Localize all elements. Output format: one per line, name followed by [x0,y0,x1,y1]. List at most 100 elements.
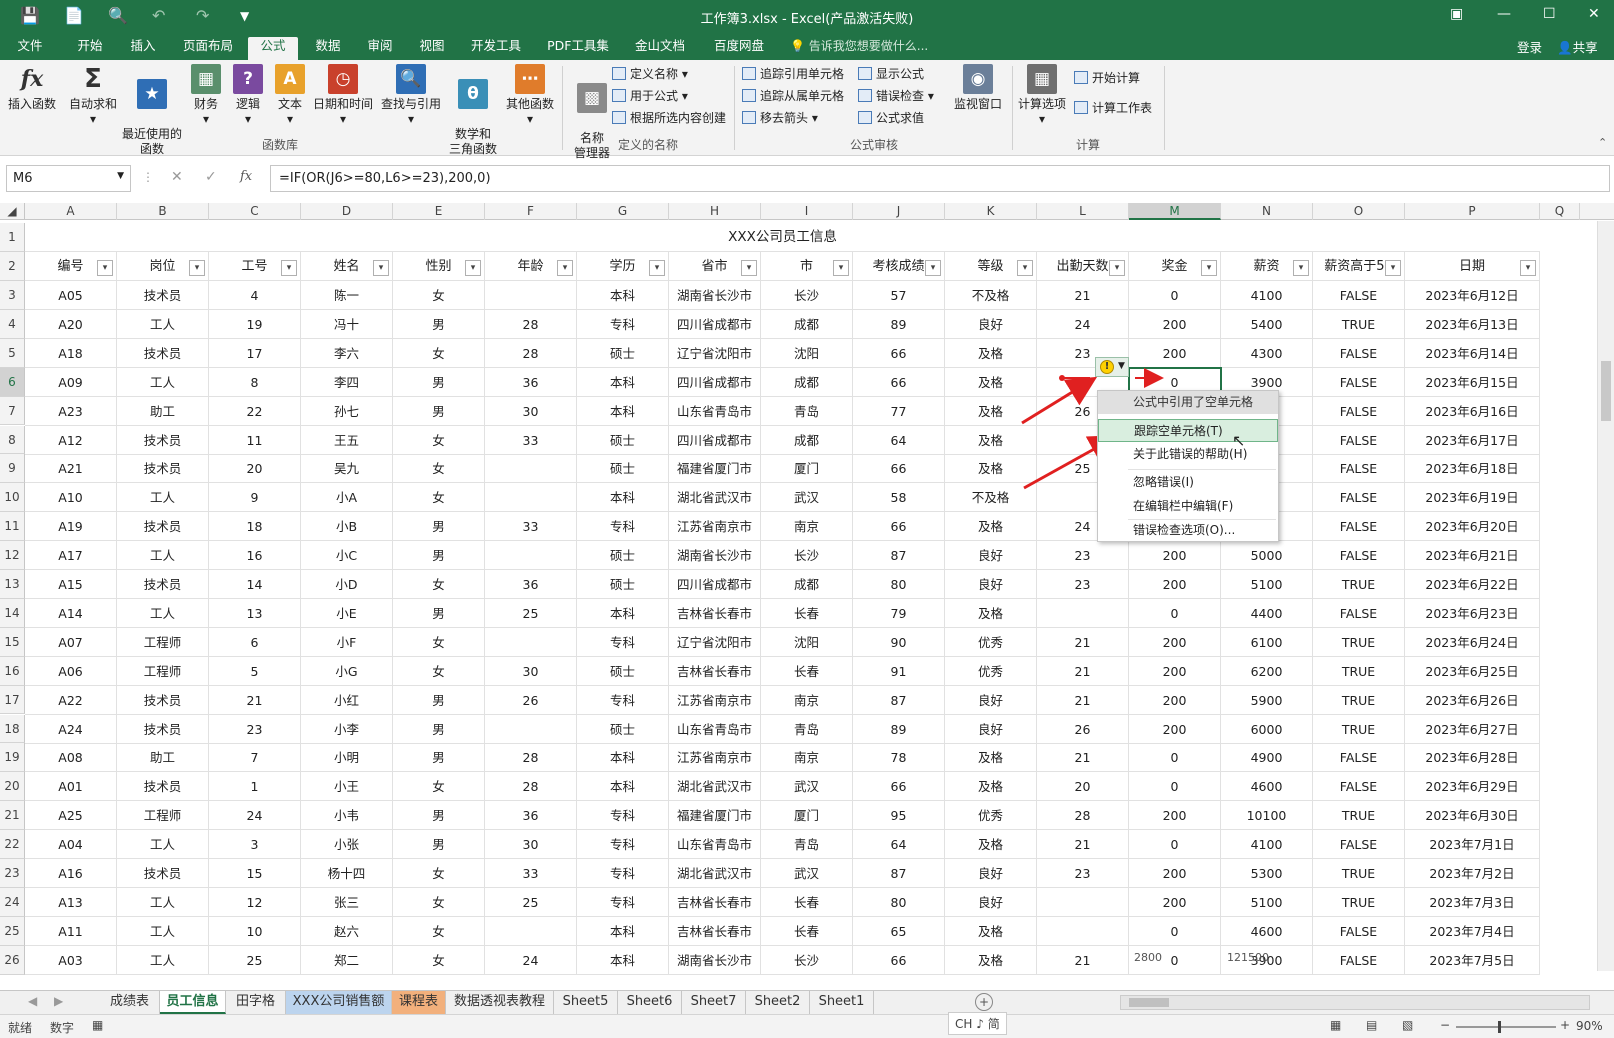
cell-o6[interactable]: FALSE [1313,367,1405,397]
cell-p26[interactable]: 2023年7月5日 [1405,945,1540,975]
filter-dropdown-icon[interactable]: ▾ [649,260,665,276]
cell-d8[interactable]: 王五 [301,425,393,455]
cell-n19[interactable]: 4900 [1221,743,1313,773]
cell-o23[interactable]: TRUE [1313,859,1405,888]
cell-m24[interactable]: 200 [1129,887,1221,917]
cell-f16[interactable]: 30 [485,656,577,686]
cell-g8[interactable]: 硕士 [577,425,669,455]
cell-f26[interactable]: 24 [485,945,577,975]
filter-dropdown-icon[interactable]: ▾ [97,260,113,276]
cell-p23[interactable]: 2023年7月2日 [1405,859,1540,888]
vertical-scrollbar[interactable] [1597,221,1614,971]
sheet-tab[interactable]: Sheet5 [554,991,618,1014]
cell-f3[interactable] [485,281,577,310]
cell-c16[interactable]: 5 [209,656,301,686]
cell-c21[interactable]: 24 [209,801,301,831]
prev-sheet-icon[interactable]: ◀ [28,994,37,1008]
cell-l25[interactable] [1037,916,1129,946]
cell-j11[interactable]: 66 [853,512,945,542]
close-icon[interactable]: ✕ [1588,6,1600,22]
cell-h3[interactable]: 湖南省长沙市 [669,281,761,310]
filter-dropdown-icon[interactable]: ▾ [1109,260,1125,276]
cell-a26[interactable]: A03 [25,945,117,975]
cell-p21[interactable]: 2023年6月30日 [1405,801,1540,831]
cell-a5[interactable]: A18 [25,338,117,368]
header-cell[interactable]: 年龄 ▾ [485,252,577,281]
cell-p8[interactable]: 2023年6月17日 [1405,425,1540,455]
cell-a9[interactable]: A21 [25,454,117,484]
cell-p14[interactable]: 2023年6月23日 [1405,598,1540,628]
cell-c20[interactable]: 1 [209,772,301,802]
cell-j12[interactable]: 87 [853,541,945,571]
trace-precedents-button[interactable]: 追踪引用单元格 [742,66,844,82]
error-smart-tag[interactable]: ! ▼ [1095,357,1129,377]
column-header-j[interactable]: J [853,203,945,220]
cell-p22[interactable]: 2023年7月1日 [1405,830,1540,860]
cell-o21[interactable]: TRUE [1313,801,1405,831]
cell-j19[interactable]: 78 [853,743,945,773]
cell-l4[interactable]: 24 [1037,309,1129,339]
cell-o15[interactable]: TRUE [1313,627,1405,657]
cell-c23[interactable]: 15 [209,859,301,888]
cell-d26[interactable]: 郑二 [301,945,393,975]
cell-n22[interactable]: 4100 [1221,830,1313,860]
tell-me-box[interactable]: 💡 告诉我您想要做什么... [790,37,928,54]
tab-kingsoft-docs[interactable]: 金山文档 [628,37,692,60]
cell-i12[interactable]: 长沙 [761,541,853,571]
header-cell[interactable]: 薪资高于50 ▾ [1313,252,1405,281]
cell-i17[interactable]: 南京 [761,685,853,715]
cell-i13[interactable]: 成都 [761,570,853,599]
page-break-view-icon[interactable]: ▧ [1402,1018,1413,1032]
calc-now-button[interactable]: 开始计算 [1074,70,1140,86]
cell-f22[interactable]: 30 [485,830,577,860]
scroll-thumb[interactable] [1601,361,1611,421]
row-header-8[interactable]: 8 [0,425,25,455]
cell-a10[interactable]: A10 [25,483,117,513]
cell-e7[interactable]: 男 [393,396,485,426]
cell-j24[interactable]: 80 [853,887,945,917]
cell-h11[interactable]: 江苏省南京市 [669,512,761,542]
cell-f7[interactable]: 30 [485,396,577,426]
sheet-tab[interactable]: Sheet1 [810,991,874,1014]
cell-j4[interactable]: 89 [853,309,945,339]
cell-j14[interactable]: 79 [853,598,945,628]
cell-e13[interactable]: 女 [393,570,485,599]
select-all-corner[interactable]: ◢ [0,203,25,220]
column-header-h[interactable]: H [669,203,761,220]
ime-indicator[interactable]: CH ♪ 简 [948,1012,1007,1035]
insert-function-button[interactable]: fx 插入函数 [4,64,60,112]
header-cell[interactable]: 等级 ▾ [945,252,1037,281]
cell-m15[interactable]: 200 [1129,627,1221,657]
trace-dependents-button[interactable]: 追踪从属单元格 [742,88,844,104]
cell-f12[interactable] [485,541,577,571]
next-sheet-icon[interactable]: ▶ [54,994,63,1008]
cell-d19[interactable]: 小明 [301,743,393,773]
show-formulas-button[interactable]: 显示公式 [858,66,924,82]
cell-m23[interactable]: 200 [1129,859,1221,888]
name-box[interactable]: M6 ▼ [6,165,131,192]
cell-d16[interactable]: 小G [301,656,393,686]
cell-g5[interactable]: 硕士 [577,338,669,368]
column-header-i[interactable]: I [761,203,853,220]
cell-n16[interactable]: 6200 [1221,656,1313,686]
cell-j10[interactable]: 58 [853,483,945,513]
cell-i20[interactable]: 武汉 [761,772,853,802]
cell-h9[interactable]: 福建省厦门市 [669,454,761,484]
filter-dropdown-icon[interactable]: ▾ [925,260,941,276]
cell-d6[interactable]: 李四 [301,367,393,397]
cell-f18[interactable] [485,714,577,744]
use-in-formula-button[interactable]: 用于公式 ▾ [612,88,688,104]
cell-k9[interactable]: 及格 [945,454,1037,484]
cell-n4[interactable]: 5400 [1221,309,1313,339]
column-header-d[interactable]: D [301,203,393,220]
cell-j26[interactable]: 66 [853,945,945,975]
cell-i26[interactable]: 长沙 [761,945,853,975]
row-header-9[interactable]: 9 [0,454,25,484]
cell-n18[interactable]: 6000 [1221,714,1313,744]
header-cell[interactable]: 奖金 ▾ [1129,252,1221,281]
cell-p5[interactable]: 2023年6月14日 [1405,338,1540,368]
row-header-15[interactable]: 15 [0,627,25,657]
row-header-3[interactable]: 3 [0,281,25,310]
cell-j15[interactable]: 90 [853,627,945,657]
cell-e22[interactable]: 男 [393,830,485,860]
